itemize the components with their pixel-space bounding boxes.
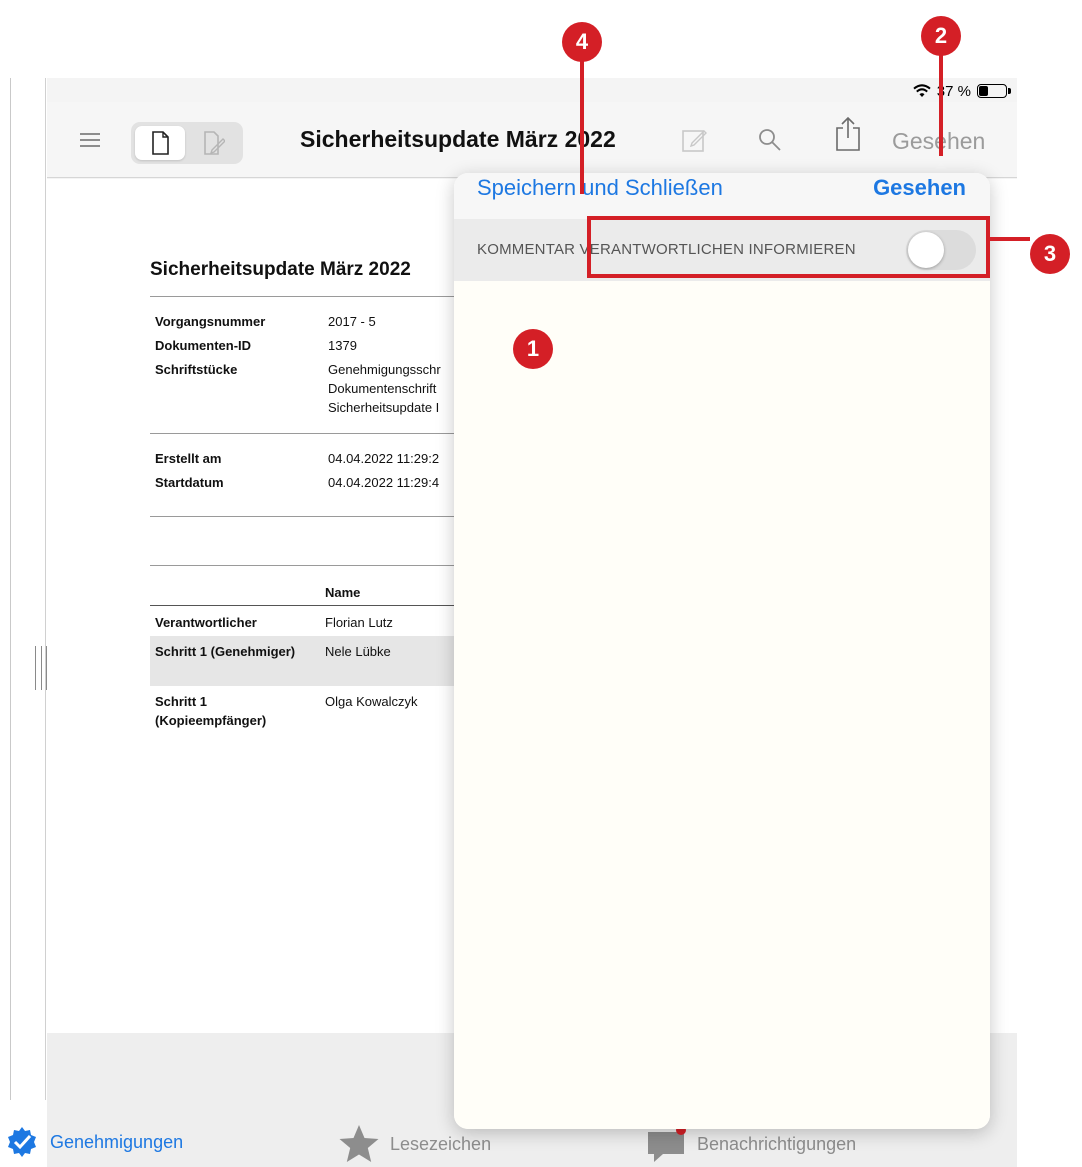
- menu-icon[interactable]: [80, 133, 100, 147]
- tab-label: Benachrichtigungen: [697, 1133, 857, 1154]
- save-and-close-button[interactable]: Speichern und Schließen: [477, 175, 723, 201]
- tab-genehmigungen[interactable]: Genehmigungen: [4, 1124, 183, 1160]
- battery-icon: [977, 84, 1011, 98]
- tab-benachrichtigungen[interactable]: Benachrichtigungen: [645, 1124, 856, 1164]
- document-edit-icon: [204, 131, 225, 155]
- annotation-marker-2: 2: [921, 16, 961, 56]
- tab-label: Genehmigungen: [50, 1131, 184, 1152]
- annotation-marker-1: 1: [513, 329, 553, 369]
- annotate-view-segment[interactable]: [189, 126, 239, 160]
- annotation-highlight-box: [587, 216, 990, 278]
- document-icon: [152, 131, 169, 155]
- comment-popover: Speichern und Schließen Gesehen KOMMENTA…: [454, 173, 990, 1129]
- annotation-leader-line: [990, 237, 1030, 241]
- document-view-segment[interactable]: [135, 126, 185, 160]
- collapsed-sidebar[interactable]: [11, 78, 47, 1100]
- star-icon: [339, 1125, 379, 1162]
- wifi-icon: [913, 84, 931, 97]
- tab-label: Lesezeichen: [390, 1133, 492, 1154]
- screen: 37 % Sicherheitsupdate März 2022 Sicherh…: [0, 0, 1082, 1167]
- share-icon[interactable]: [833, 116, 863, 151]
- sidebar-resize-handle[interactable]: [35, 646, 47, 690]
- seen-confirm-button[interactable]: Gesehen: [873, 175, 966, 201]
- page-title: Sicherheitsupdate März 2022: [300, 126, 616, 152]
- popover-header: Speichern und Schließen Gesehen: [454, 173, 990, 219]
- chat-bubble-icon: [648, 1125, 686, 1162]
- status-bar: 37 %: [913, 80, 1011, 102]
- annotation-leader-line: [939, 52, 943, 156]
- search-icon[interactable]: [755, 124, 785, 156]
- approvals-gear-check-icon: [8, 1127, 36, 1157]
- navigation-bar: Sicherheitsupdate März 2022: [47, 102, 1017, 178]
- tab-lesezeichen[interactable]: Lesezeichen: [338, 1124, 491, 1164]
- annotation-marker-4: 4: [562, 22, 602, 62]
- edit-icon[interactable]: [679, 124, 709, 156]
- comment-text-area[interactable]: [454, 281, 990, 1129]
- annotation-marker-3: 3: [1030, 234, 1070, 274]
- document-title: Sicherheitsupdate März 2022: [150, 259, 411, 280]
- annotation-leader-line: [580, 52, 584, 194]
- view-mode-segmented-control[interactable]: [131, 122, 243, 164]
